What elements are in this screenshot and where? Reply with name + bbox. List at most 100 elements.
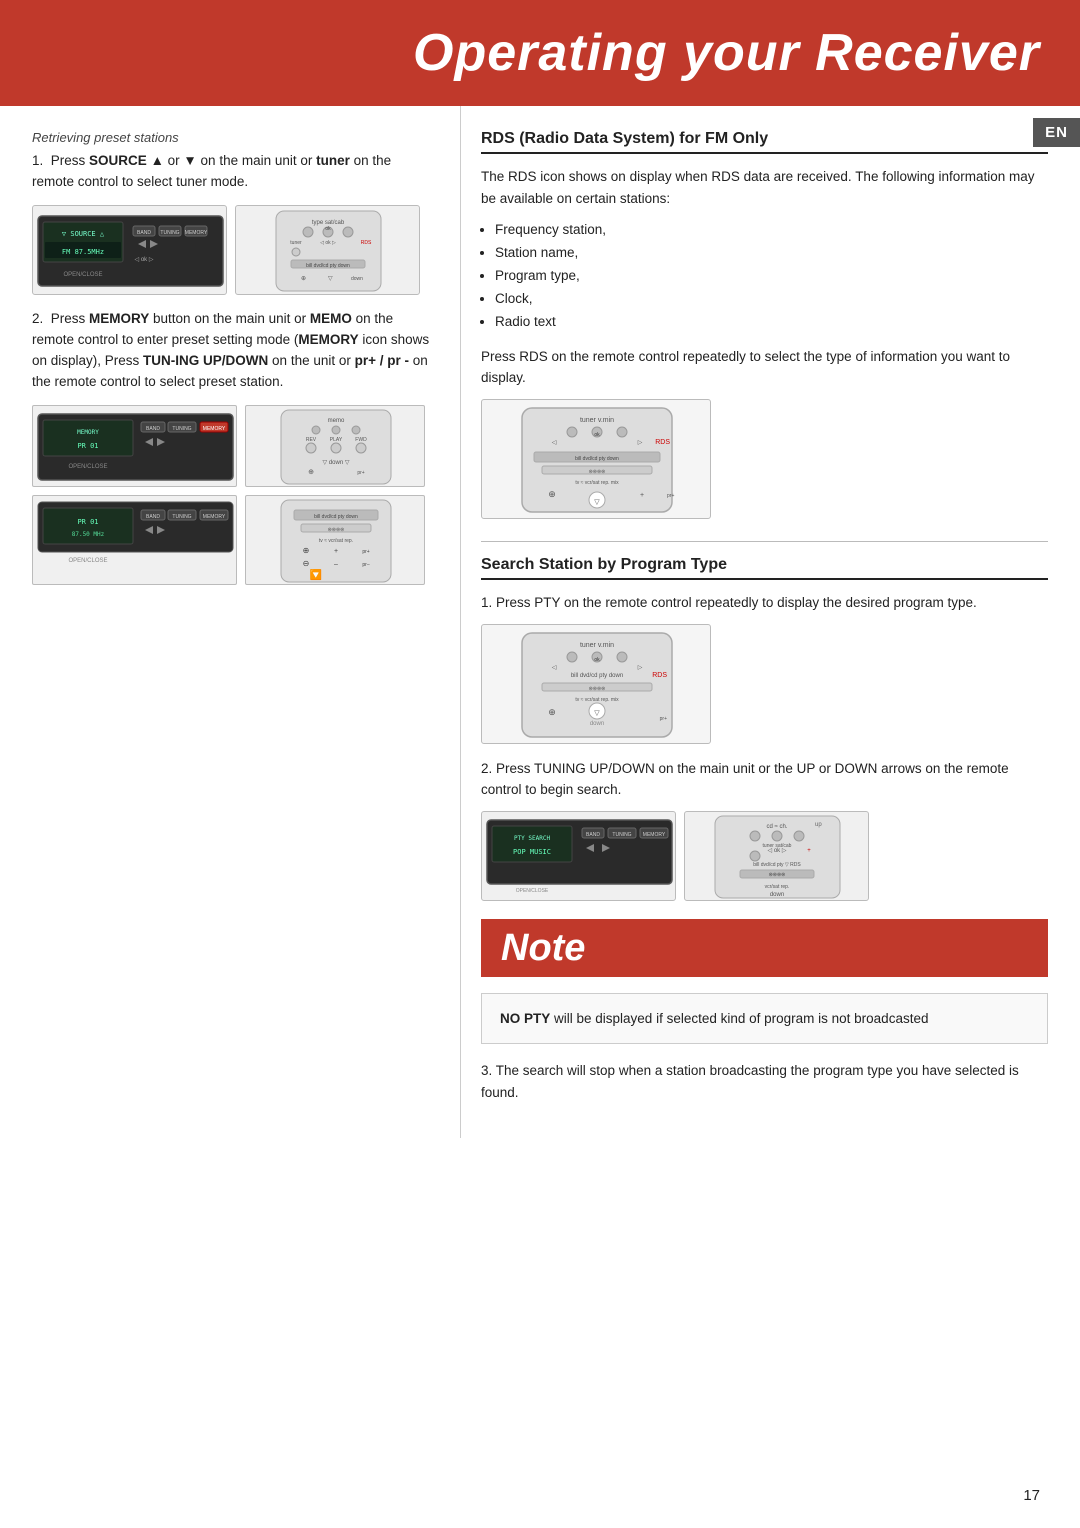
pty-remote-image-area: tuner v.min ok ◁ ▷ bill dvd/cd pty down … (481, 624, 1048, 744)
svg-text:–: – (334, 561, 338, 568)
svg-text:tuner v.min: tuner v.min (580, 642, 614, 649)
svg-text:tv ≈ vcr/sat rep.: tv ≈ vcr/sat rep. (319, 538, 353, 544)
svg-text:▽: ▽ (594, 710, 600, 717)
svg-text:PLAY: PLAY (330, 437, 343, 443)
svg-text:⊕: ⊕ (548, 489, 556, 499)
svg-text:+: + (334, 548, 338, 555)
svg-text:ok: ok (325, 226, 331, 232)
svg-text:TUNING: TUNING (612, 832, 631, 838)
search-step2: 2. Press TUNING UP/DOWN on the main unit… (481, 758, 1048, 801)
bullet-item: Station name, (495, 242, 1048, 265)
svg-text:FM 87.5MHz: FM 87.5MHz (62, 248, 104, 256)
svg-text:ok: ok (594, 657, 600, 663)
svg-text:+: + (807, 848, 811, 854)
svg-text:pr+: pr+ (362, 549, 369, 555)
svg-text:OPEN/CLOSE: OPEN/CLOSE (516, 888, 549, 894)
svg-text:BAND: BAND (586, 832, 600, 838)
svg-text:▷: ▷ (638, 440, 643, 446)
page-title: Operating your Receiver (413, 23, 1040, 83)
svg-text:PR 01: PR 01 (77, 442, 98, 450)
search-step2-images: PTY SEARCH POP MUSIC BAND TUNING MEMORY … (481, 811, 1048, 901)
svg-text:pr–: pr– (362, 562, 369, 568)
svg-text:TUNING: TUNING (160, 230, 179, 236)
pty-remote-img: tuner v.min ok ◁ ▷ bill dvd/cd pty down … (481, 624, 711, 744)
svg-text:ok: ok (594, 432, 600, 438)
step2-bold3: MEMORY (298, 332, 358, 347)
svg-text:pr+: pr+ (667, 493, 674, 499)
svg-text:+: + (640, 492, 644, 499)
step1-symbol: ▲ or ▼ (151, 153, 201, 168)
svg-text:tuner v.min: tuner v.min (580, 417, 614, 424)
svg-text:⊜⊜⊜⊜: ⊜⊜⊜⊜ (589, 469, 606, 475)
rds-remote-img: tuner v.min ok ◁ ▷ RDS bill dvd/cd pty d… (481, 399, 711, 519)
right-column: RDS (Radio Data System) for FM Only The … (460, 106, 1080, 1138)
svg-text:⊕: ⊕ (303, 546, 310, 555)
rds-remote-image-area: tuner v.min ok ◁ ▷ RDS bill dvd/cd pty d… (481, 399, 1048, 519)
svg-text:TUNING: TUNING (172, 426, 191, 432)
svg-text:MEMORY: MEMORY (203, 514, 226, 520)
svg-text:🔽: 🔽 (310, 568, 322, 581)
rds-heading: RDS (Radio Data System) for FM Only (481, 130, 1048, 154)
search-remote-img: cd ≈ ch. up tuner sat/cab ◁ ok ▷ + bill … (684, 811, 869, 901)
svg-text:PTY SEARCH: PTY SEARCH (514, 835, 551, 842)
step2-img-tr: memo REV PLAY FWD ▽ down ▽ ⊕ pr+ (245, 405, 425, 487)
section-label: Retrieving preset stations (32, 130, 432, 145)
step2-img-bl: PR 01 87.50 MHz BAND TUNING MEMORY OPEN/… (32, 495, 237, 585)
language-badge: EN (1033, 118, 1080, 147)
search-unit-img: PTY SEARCH POP MUSIC BAND TUNING MEMORY … (481, 811, 676, 901)
svg-text:▽ SOURCE △: ▽ SOURCE △ (62, 230, 105, 238)
svg-text:▷: ▷ (638, 665, 643, 671)
svg-text:up: up (815, 822, 822, 828)
receiver-unit-img: ▽ SOURCE △ FM 87.5MHz BAND TUNING MEMORY… (32, 205, 227, 295)
step2-img-tl: MEMORY PR 01 BAND TUNING MEMORY OPEN/CLO… (32, 405, 237, 487)
svg-text:▽: ▽ (328, 276, 333, 282)
svg-text:◁: ◁ (552, 665, 557, 671)
svg-text:down: down (770, 892, 784, 898)
svg-text:vcr/sat rep.: vcr/sat rep. (765, 884, 790, 890)
svg-text:OPEN/CLOSE: OPEN/CLOSE (68, 558, 107, 564)
svg-text:▽: ▽ (594, 499, 600, 506)
svg-text:memo: memo (328, 418, 345, 424)
remote-img-step1: type sat/cab ok tuner ◁ ok ▷ RDS bill dv… (235, 205, 420, 295)
svg-text:RDS: RDS (652, 672, 667, 679)
note-bold: NO PTY (500, 1011, 550, 1026)
step2-images: MEMORY PR 01 BAND TUNING MEMORY OPEN/CLO… (32, 405, 432, 585)
svg-text:bill dvd/cd pty down: bill dvd/cd pty down (306, 263, 350, 269)
step1-bold2: tuner (316, 153, 350, 168)
svg-text:tv ≈ vcr/sat rep. mix: tv ≈ vcr/sat rep. mix (575, 480, 619, 486)
svg-text:⊖: ⊖ (303, 559, 310, 568)
note-box: Note (481, 919, 1048, 977)
svg-text:MEMORY: MEMORY (203, 426, 226, 432)
step2-img-br: bill dvd/cd pty down ⊜⊜⊜⊜ tv ≈ vcr/sat r… (245, 495, 425, 585)
svg-text:cd ≈ ch.: cd ≈ ch. (767, 824, 788, 830)
left-column: Retrieving preset stations 1. Press SOUR… (0, 106, 460, 1138)
svg-text:tv ≈ vcr/sat rep. mix: tv ≈ vcr/sat rep. mix (575, 697, 619, 703)
search-step1: 1. Press PTY on the remote control repea… (481, 592, 1048, 614)
svg-text:⊕: ⊕ (308, 469, 314, 476)
svg-text:bill dvd/cd pty down: bill dvd/cd pty down (314, 514, 358, 520)
note-title: Note (501, 927, 585, 969)
rds-para1: The RDS icon shows on display when RDS d… (481, 166, 1048, 209)
step2-bold1: MEMORY (89, 311, 149, 326)
step1-images: ▽ SOURCE △ FM 87.5MHz BAND TUNING MEMORY… (32, 205, 432, 295)
svg-text:RDS: RDS (655, 439, 670, 446)
note-text: will be displayed if selected kind of pr… (550, 1011, 928, 1026)
svg-text:◁ ok ▷: ◁ ok ▷ (135, 257, 154, 263)
svg-text:⊕: ⊕ (548, 707, 556, 717)
svg-text:⊜⊜⊜⊜: ⊜⊜⊜⊜ (328, 527, 345, 533)
rds-bullet-list: Frequency station, Station name, Program… (495, 219, 1048, 334)
svg-text:POP MUSIC: POP MUSIC (513, 848, 551, 856)
svg-text:OPEN/CLOSE: OPEN/CLOSE (63, 272, 102, 278)
step2-text: 2. Press MEMORY button on the main unit … (32, 309, 432, 393)
step2-bold2: MEMO (310, 311, 352, 326)
svg-text:bill dvd/cd pty down: bill dvd/cd pty down (575, 456, 619, 462)
svg-text:⊕: ⊕ (301, 276, 306, 282)
step2-bold4: TUN-ING UP/DOWN (143, 353, 268, 368)
svg-text:pr+: pr+ (660, 716, 667, 722)
bullet-item: Frequency station, (495, 219, 1048, 242)
svg-text:bill dvd/cd pty down: bill dvd/cd pty down (571, 673, 623, 679)
svg-text:⊜⊜⊜⊜: ⊜⊜⊜⊜ (589, 686, 606, 692)
bullet-item: Radio text (495, 311, 1048, 334)
svg-text:◁ ok ▷: ◁ ok ▷ (768, 848, 787, 854)
svg-text:▽ down ▽: ▽ down ▽ (323, 460, 350, 466)
